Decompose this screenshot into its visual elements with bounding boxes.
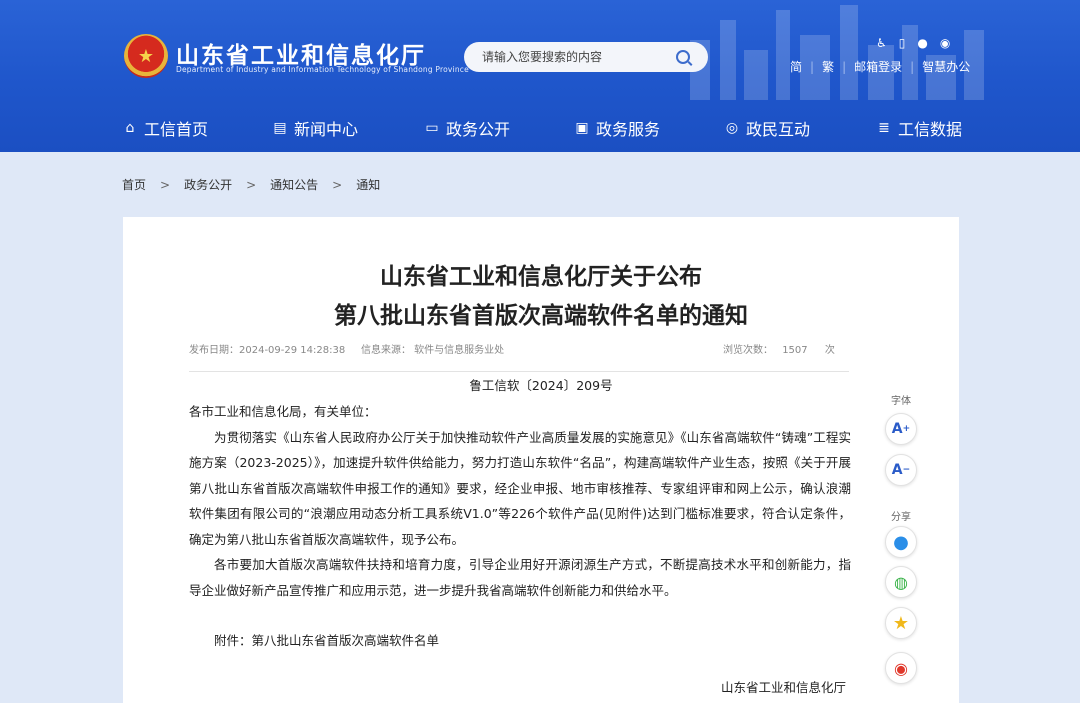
nav-label: 新闻中心: [294, 120, 359, 139]
minus-icon: −: [902, 465, 911, 475]
nav-item-data[interactable]: ≣ 工信数据: [876, 116, 962, 140]
font-label: 字体: [891, 396, 911, 407]
database-icon: ≣: [878, 120, 890, 136]
breadcrumb: 首页 > 政务公开 > 通知公告 > 通知: [122, 176, 380, 193]
article-title-line2: 第八批山东省首版次高端软件名单的通知: [334, 303, 748, 329]
mobile-icon[interactable]: ▯: [899, 36, 906, 50]
views-number: 1507: [782, 345, 808, 356]
views-label: 浏览次数：: [723, 345, 773, 356]
share-label: 分享: [891, 512, 911, 523]
email-login-link[interactable]: 邮箱登录: [854, 58, 902, 75]
search-box: [464, 42, 708, 72]
site-header: ★ 山东省工业和信息化厅 Department of Industry and …: [0, 0, 1080, 152]
nav-label: 工信数据: [898, 120, 963, 139]
salutation: 各市工业和信息化局，有关单位：: [189, 404, 377, 419]
main-nav: ⌂ 工信首页 ▤ 新闻中心 ▭ 政务公开 ▣ 政务服务 ◎ 政民互动 ≣ 工信数…: [0, 104, 1080, 150]
nav-label: 政民互动: [746, 120, 811, 139]
breadcrumb-gov-affairs[interactable]: 政务公开: [184, 176, 232, 193]
separator: |: [842, 59, 847, 74]
nav-item-gov-service[interactable]: ▣ 政务服务: [574, 116, 660, 140]
top-links: 简 | 繁 | 邮箱登录 | 智慧办公: [790, 58, 970, 75]
signoff: 山东省工业和信息化厅: [721, 680, 847, 695]
simplified-chinese-link[interactable]: 简: [790, 58, 802, 75]
nav-item-home[interactable]: ⌂ 工信首页: [122, 116, 208, 140]
plus-icon: +: [902, 424, 911, 434]
nav-label: 政务服务: [596, 120, 661, 139]
smart-office-link[interactable]: 智慧办公: [922, 58, 970, 75]
attachment-link[interactable]: 附件：第八批山东省首版次高端软件名单: [189, 628, 851, 654]
info-source: 信息来源： 软件与信息服务业处: [361, 345, 505, 356]
nav-item-interaction[interactable]: ◎ 政民互动: [724, 116, 810, 140]
paragraph-2: 各市要加大首版次高端软件扶持和培育力度，引导企业用好开源闭源生产方式，不断提高技…: [189, 557, 851, 598]
news-icon: ▤: [273, 120, 287, 136]
top-icon-bar: ♿ ▯ ● ◉: [876, 36, 950, 50]
publish-date: 发布日期：2024-09-29 14:28:38: [189, 345, 346, 356]
home-icon: ⌂: [125, 120, 135, 136]
document-number: 鲁工信软〔2024〕209号: [469, 378, 613, 393]
wechat-share-icon[interactable]: ◍: [885, 566, 917, 598]
search-icon[interactable]: [676, 50, 690, 64]
paragraph-1: 为贯彻落实《山东省人民政府办公厅关于加快推动软件产业高质量发展的实施意见》《山东…: [189, 429, 851, 547]
favorite-star-icon[interactable]: ★: [885, 607, 917, 639]
font-increase-label: A: [891, 421, 903, 437]
search-input[interactable]: [482, 50, 672, 64]
breadcrumb-separator: >: [160, 177, 171, 192]
separator: |: [910, 59, 915, 74]
nav-item-news[interactable]: ▤ 新闻中心: [272, 116, 358, 140]
monitor-icon: ▭: [425, 120, 439, 136]
views-unit: 次: [824, 345, 835, 356]
traditional-chinese-link[interactable]: 繁: [822, 58, 834, 75]
breadcrumb-separator: >: [332, 177, 343, 192]
view-count: 浏览次数： 1507 次: [723, 341, 835, 356]
article-panel: 山东省工业和信息化厅关于公布 第八批山东省首版次高端软件名单的通知 发布日期：2…: [123, 217, 959, 703]
wechat-icon[interactable]: ●: [917, 36, 927, 50]
weibo-share-icon[interactable]: ◉: [885, 652, 917, 684]
breadcrumb-notices[interactable]: 通知公告: [270, 176, 318, 193]
font-decrease-label: A: [891, 462, 903, 478]
site-name-en: Department of Industry and Information T…: [176, 65, 469, 74]
service-icon: ▣: [575, 120, 589, 136]
national-emblem-logo[interactable]: ★: [124, 34, 168, 78]
separator: |: [810, 59, 815, 74]
article-body: 各市工业和信息化局，有关单位： 为贯彻落实《山东省人民政府办公厅关于加快推动软件…: [189, 399, 851, 654]
article-title-line1: 山东省工业和信息化厅关于公布: [380, 264, 702, 290]
breadcrumb-separator: >: [246, 177, 257, 192]
accessibility-icon[interactable]: ♿: [876, 36, 887, 50]
city-skyline-decoration: [690, 5, 984, 100]
nav-label: 政务公开: [446, 120, 511, 139]
breadcrumb-home[interactable]: 首页: [122, 176, 146, 193]
divider: [189, 371, 849, 372]
chat-icon: ◎: [725, 120, 739, 136]
weibo-icon[interactable]: ◉: [940, 36, 950, 50]
font-decrease-button[interactable]: A −: [885, 454, 917, 486]
nav-label: 工信首页: [144, 120, 209, 139]
font-increase-button[interactable]: A +: [885, 413, 917, 445]
breadcrumb-current[interactable]: 通知: [356, 176, 380, 193]
qq-share-icon[interactable]: ●: [885, 526, 917, 558]
nav-item-gov-affairs[interactable]: ▭ 政务公开: [424, 116, 510, 140]
